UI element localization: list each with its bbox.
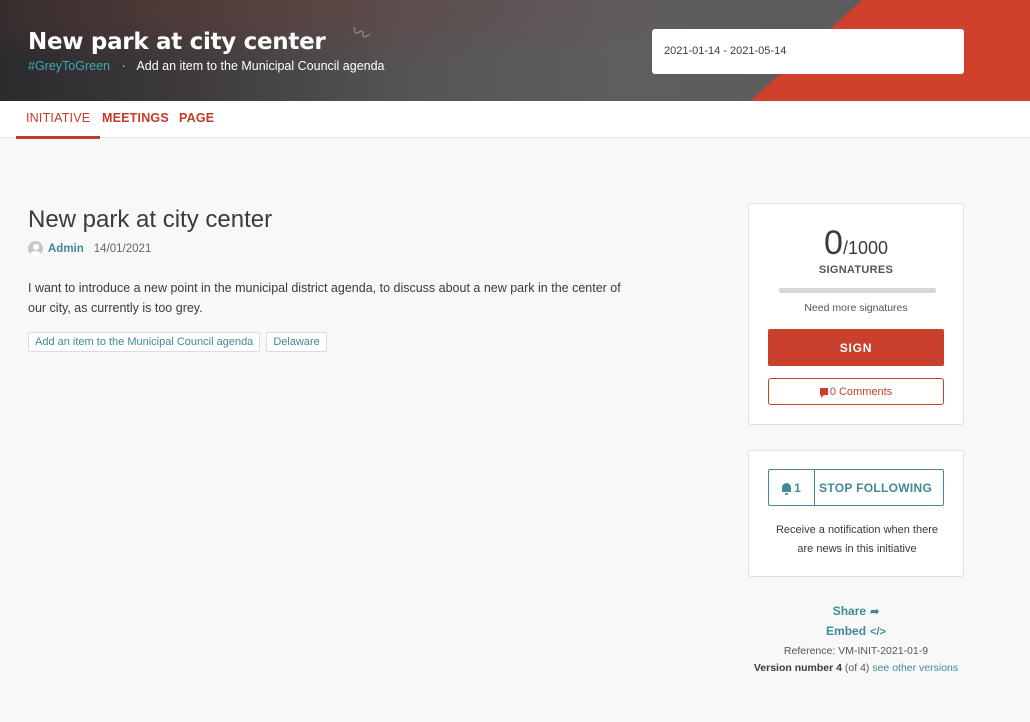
signatures-progress-bar	[779, 288, 936, 293]
embed-link[interactable]: Embed </>	[748, 622, 964, 642]
initiative-type: Add an item to the Municipal Council age…	[136, 59, 385, 73]
initiative-description: I want to introduce a new point in the m…	[28, 281, 621, 315]
author-info: Admin 14/01/2021	[28, 241, 151, 256]
author-name[interactable]: Admin	[48, 243, 84, 255]
signature-dates-box: 2021-01-14 - 2021-05-14	[652, 29, 964, 74]
signatures-label: SIGNATURES	[818, 264, 894, 276]
version-number: Version number 4	[753, 662, 842, 674]
tag-scope[interactable]: Delaware	[266, 332, 327, 352]
signature-count-value: 0	[824, 224, 843, 262]
tag-type[interactable]: Add an item to the Municipal Council age…	[28, 332, 261, 352]
bell-icon	[782, 483, 792, 495]
version-info: Version number 4 (of 4) see other versio…	[748, 660, 964, 677]
initiative-hero: 〰 New park at city center #GreyToGreen ·…	[0, 0, 1030, 101]
hero-subtitle: #GreyToGreen · Add an item to the Munici…	[28, 59, 385, 73]
signature-dates: 2021-01-14 - 2021-05-14	[664, 45, 787, 57]
publish-date: 14/01/2021	[93, 242, 152, 255]
follow-note: Receive a notification when there are ne…	[775, 524, 939, 555]
stop-following-label: STOP FOLLOWING	[819, 480, 933, 495]
tags-list: Add an item to the Municipal Council age…	[28, 332, 327, 352]
embed-label: Embed	[826, 624, 867, 638]
embed-icon: </>	[870, 626, 886, 638]
need-more-signatures: Need more signatures	[804, 302, 908, 314]
follow-card: 1 STOP FOLLOWING Receive a notification …	[748, 450, 964, 577]
followers-count-box: 1	[769, 470, 815, 505]
tab-page[interactable]: PAGE	[169, 101, 224, 139]
reference-text: Reference: VM-INIT-2021-01-9	[783, 645, 929, 657]
followers-count: 1	[794, 480, 801, 495]
signature-total: /1000	[842, 238, 888, 258]
avatar	[28, 241, 43, 256]
hero-title: New park at city center	[28, 29, 326, 55]
stop-following-button[interactable]: 1 STOP FOLLOWING	[768, 469, 944, 506]
comments-label: 0 Comments	[829, 385, 893, 398]
share-label: Share	[832, 604, 867, 618]
see-other-versions-link[interactable]: see other versions	[872, 662, 958, 674]
separator-dot: ·	[121, 59, 126, 73]
comment-icon	[819, 388, 828, 398]
signatures-card: 0/1000 SIGNATURES Need more signatures S…	[748, 203, 964, 425]
initiative-title: New park at city center	[28, 206, 273, 233]
tab-meetings[interactable]: MEETINGS	[92, 101, 179, 139]
tab-initiative[interactable]: INITIATIVE	[16, 101, 101, 139]
sign-button[interactable]: SIGN	[768, 329, 944, 366]
process-nav-tabs: INITIATIVE MEETINGS PAGE	[0, 101, 1030, 139]
share-link[interactable]: Share ➦	[748, 602, 964, 622]
comments-button[interactable]: 0 Comments	[768, 378, 944, 405]
hashtag-link[interactable]: #GreyToGreen	[28, 59, 110, 73]
signature-count: 0/1000	[749, 224, 963, 263]
initiative-extras: Share ➦ Embed </> Reference: VM-INIT-2021-…	[748, 602, 964, 677]
version-of: (of 4)	[844, 662, 870, 674]
share-icon: ➦	[870, 606, 880, 618]
